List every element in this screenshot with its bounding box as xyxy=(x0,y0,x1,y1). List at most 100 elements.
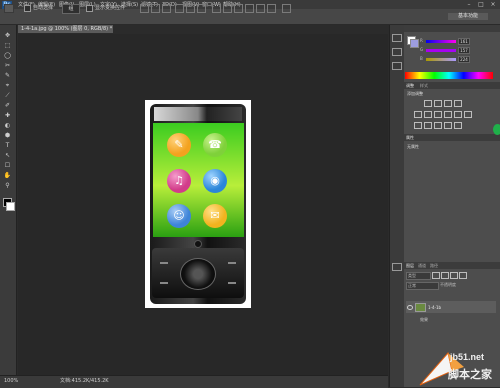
eye-icon[interactable] xyxy=(407,305,413,310)
healing-tool-icon[interactable]: ⌖ xyxy=(3,82,12,89)
phone-top-bezel xyxy=(154,107,242,121)
filter-adjust-icon[interactable] xyxy=(441,272,449,279)
phone-logo-icon xyxy=(194,240,202,248)
auto-select-checkbox[interactable] xyxy=(24,5,31,12)
character-panel-icon[interactable] xyxy=(392,48,402,56)
status-bar xyxy=(0,375,388,388)
color-balance-icon[interactable] xyxy=(434,111,442,118)
distribute-vcenter-icon[interactable] xyxy=(223,4,232,13)
background-color-swatch[interactable] xyxy=(6,202,15,211)
exposure-icon[interactable] xyxy=(454,100,462,107)
tab-paths[interactable]: 路径 xyxy=(430,263,438,269)
align-right-icon[interactable] xyxy=(197,4,206,13)
invert-icon[interactable] xyxy=(414,122,422,129)
align-top-icon[interactable] xyxy=(140,4,149,13)
align-hcenter-icon[interactable] xyxy=(186,4,195,13)
workspace-switcher[interactable]: 基本功能 xyxy=(448,13,488,20)
auto-align-icon[interactable] xyxy=(282,4,291,13)
close-button[interactable]: × xyxy=(488,1,498,8)
align-left-icon[interactable] xyxy=(175,4,184,13)
blue-slider[interactable] xyxy=(426,58,456,61)
phone-key-icon xyxy=(160,262,168,264)
auto-select-dropdown[interactable]: 组 xyxy=(62,4,80,14)
hue-saturation-icon[interactable] xyxy=(424,111,432,118)
marquee-tool-icon[interactable]: ⬚ xyxy=(3,42,12,49)
distribute-right-icon[interactable] xyxy=(267,4,276,13)
show-transform-checkbox[interactable] xyxy=(86,5,93,12)
layer-name: 1-4-1b xyxy=(428,305,442,310)
panel-dock-icons xyxy=(389,25,404,387)
maximize-button[interactable]: □ xyxy=(476,1,486,8)
green-value[interactable]: 157 xyxy=(458,47,470,54)
show-transform-label: 显示变换控件 xyxy=(95,5,126,11)
move-tool-icon[interactable]: ✥ xyxy=(3,32,12,39)
color-spectrum[interactable] xyxy=(405,72,493,79)
contacts-icon: ☎ xyxy=(208,138,222,151)
floating-widget-icon[interactable] xyxy=(493,124,500,135)
eraser-tool-icon[interactable]: ◐ xyxy=(3,122,12,129)
zoom-tool-icon[interactable]: ⚲ xyxy=(3,182,12,189)
color-background-swatch[interactable] xyxy=(410,39,419,48)
type-tool-icon[interactable]: T xyxy=(3,142,12,149)
align-vcenter-icon[interactable] xyxy=(151,4,160,13)
shape-tool-icon[interactable]: ☐ xyxy=(3,162,12,169)
black-white-icon[interactable] xyxy=(444,111,452,118)
music-icon: ♫ xyxy=(174,174,184,187)
filter-type-icon[interactable] xyxy=(450,272,458,279)
phone-app-icon: ✎ xyxy=(167,133,191,157)
path-selection-tool-icon[interactable]: ↖ xyxy=(3,152,12,159)
paragraph-panel-icon[interactable] xyxy=(392,62,402,70)
blue-value[interactable]: 224 xyxy=(458,56,470,63)
posterize-icon[interactable] xyxy=(424,122,432,129)
gradient-tool-icon[interactable]: ⬢ xyxy=(3,132,12,139)
eyedropper-tool-icon[interactable]: ✎ xyxy=(3,72,12,79)
layer-filter-dropdown[interactable]: 类型 xyxy=(406,272,431,280)
distribute-bottom-icon[interactable] xyxy=(234,4,243,13)
distribute-hcenter-icon[interactable] xyxy=(256,4,265,13)
red-slider[interactable] xyxy=(426,40,456,43)
actions-panel-icon[interactable] xyxy=(392,263,402,271)
document-size[interactable]: 文档:415.2K/415.2K xyxy=(60,377,109,385)
lasso-tool-icon[interactable]: ◯ xyxy=(3,52,12,59)
filter-shape-icon[interactable] xyxy=(459,272,467,279)
distribute-left-icon[interactable] xyxy=(245,4,254,13)
tab-layers[interactable]: 图层 xyxy=(406,263,414,269)
tab-properties[interactable]: 属性 xyxy=(406,135,414,141)
levels-icon[interactable] xyxy=(434,100,442,107)
tab-adjustments[interactable]: 调整 xyxy=(406,83,414,89)
tab-channels[interactable]: 通道 xyxy=(418,263,426,269)
photo-filter-icon[interactable] xyxy=(454,111,462,118)
filter-pixel-icon[interactable] xyxy=(432,272,440,279)
hand-tool-icon[interactable]: ✋ xyxy=(3,172,12,179)
layer-thumbnail xyxy=(415,303,426,312)
distribute-top-icon[interactable] xyxy=(212,4,221,13)
document-tab[interactable]: 1-4-1a.jpg @ 100% (图层 0, RGB/8) * × xyxy=(18,25,113,33)
threshold-icon[interactable] xyxy=(434,122,442,129)
tab-styles[interactable]: 样式 xyxy=(420,83,428,89)
selective-color-icon[interactable] xyxy=(454,122,462,129)
channel-mixer-icon[interactable] xyxy=(464,111,472,118)
minimize-button[interactable]: – xyxy=(464,1,474,8)
history-panel-icon[interactable] xyxy=(392,34,402,42)
phone-app-icon: ☎ xyxy=(203,133,227,157)
layer-effect-name: 效果 xyxy=(420,317,428,322)
crop-tool-icon[interactable]: ✂ xyxy=(3,62,12,69)
vibrance-icon[interactable] xyxy=(414,111,422,118)
color-panel-tabs xyxy=(404,25,500,32)
move-tool-preset-icon[interactable] xyxy=(4,4,14,13)
gradient-map-icon[interactable] xyxy=(444,122,452,129)
green-slider[interactable] xyxy=(426,49,456,52)
brightness-icon[interactable] xyxy=(424,100,432,107)
right-panels xyxy=(404,25,500,387)
opacity-label: 不透明度 xyxy=(440,282,456,287)
curves-icon[interactable] xyxy=(444,100,452,107)
watermark-site: jb51.net xyxy=(450,352,485,362)
align-bottom-icon[interactable] xyxy=(162,4,171,13)
brush-tool-icon[interactable]: ⟋ xyxy=(3,92,12,99)
blend-mode-dropdown[interactable]: 正常 xyxy=(406,282,439,290)
zoom-level[interactable]: 100% xyxy=(4,377,18,385)
red-value[interactable]: 161 xyxy=(458,38,470,45)
history-brush-tool-icon[interactable]: ✚ xyxy=(3,112,12,119)
channel-g-label: G xyxy=(420,47,424,52)
clone-stamp-tool-icon[interactable]: ✐ xyxy=(3,102,12,109)
